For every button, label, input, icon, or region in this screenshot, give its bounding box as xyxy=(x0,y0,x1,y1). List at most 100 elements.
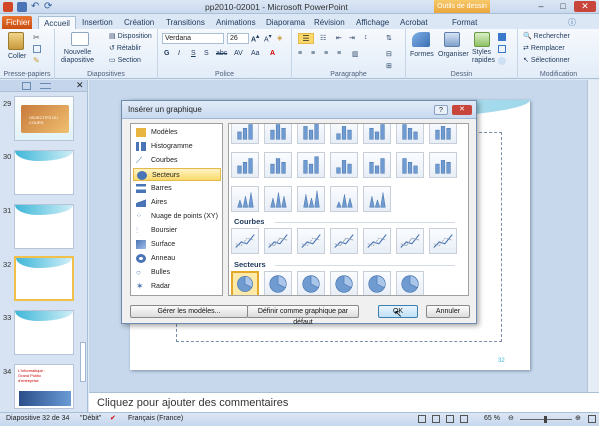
zoom-in-icon[interactable]: ⊕ xyxy=(575,414,581,422)
shape-outline-icon[interactable] xyxy=(498,45,506,53)
tab-format[interactable]: Format xyxy=(448,16,481,29)
shape-fill-icon[interactable] xyxy=(498,33,506,41)
new-slide-icon[interactable] xyxy=(71,32,89,46)
editor-scrollbar[interactable] xyxy=(587,80,599,392)
chart-type-tile[interactable] xyxy=(363,186,391,212)
chart-type-tile[interactable] xyxy=(264,152,292,178)
tab-acrobat[interactable]: Acrobat xyxy=(396,16,432,29)
shadow-button[interactable]: S xyxy=(204,50,209,57)
chart-type-tile[interactable] xyxy=(429,228,457,254)
shapes-button[interactable]: Formes xyxy=(410,51,434,58)
chart-type-tile[interactable] xyxy=(264,228,292,254)
tab-fichier[interactable]: Fichier xyxy=(2,16,32,29)
copy-icon[interactable] xyxy=(33,45,41,53)
language-indicator[interactable]: Français (France) xyxy=(128,415,183,422)
paste-icon[interactable] xyxy=(8,32,24,50)
fit-slide-icon[interactable] xyxy=(588,415,596,423)
help-icon[interactable]: ⓘ xyxy=(568,17,576,28)
arrange-button[interactable]: Organiser xyxy=(438,51,469,58)
align-right-icon[interactable]: ≡ xyxy=(324,50,328,57)
decrease-indent-icon[interactable]: ⇤ xyxy=(336,34,342,42)
minimize-button[interactable]: – xyxy=(530,1,552,12)
case-button[interactable]: Aa xyxy=(251,50,260,57)
slide-thumbnail-29[interactable]: OBJECTIFS DU COURS xyxy=(14,96,74,141)
tab-insertion[interactable]: Insertion xyxy=(78,16,117,29)
slide-thumbnail-31[interactable] xyxy=(14,204,74,249)
redo-icon[interactable]: ⟳ xyxy=(44,2,54,12)
category-item[interactable]: Surface xyxy=(133,238,221,251)
category-item[interactable]: Aires xyxy=(133,196,221,209)
cut-icon[interactable]: ✂ xyxy=(33,33,40,42)
tab-animations[interactable]: Animations xyxy=(212,16,260,29)
chart-type-tile[interactable] xyxy=(297,124,325,144)
category-item[interactable]: Histogramme xyxy=(133,140,221,153)
bold-button[interactable]: G xyxy=(164,50,169,57)
slide-thumbnail-33[interactable] xyxy=(14,310,74,355)
font-name-field[interactable]: Verdana xyxy=(162,33,224,44)
underline-button[interactable]: S xyxy=(191,50,196,57)
close-pane-icon[interactable]: ✕ xyxy=(76,80,84,91)
reading-view-icon[interactable] xyxy=(446,415,454,423)
chart-type-tile[interactable] xyxy=(231,124,259,144)
tab-accueil[interactable]: Accueil xyxy=(38,16,76,29)
category-item-selected[interactable]: Secteurs xyxy=(133,168,221,181)
replace-button[interactable]: ⇄ Remplacer xyxy=(523,44,565,52)
chart-type-tile[interactable] xyxy=(297,271,325,295)
numbering-icon[interactable]: ☷ xyxy=(320,34,326,42)
grow-font-icon[interactable]: A▴ xyxy=(251,34,259,43)
chart-type-tile[interactable] xyxy=(231,152,259,178)
chart-type-tile[interactable] xyxy=(297,152,325,178)
align-left-icon[interactable]: ≡ xyxy=(298,50,302,57)
category-item[interactable]: ⫶ Boursier xyxy=(133,224,221,237)
slide-sorter-icon[interactable] xyxy=(432,415,440,423)
clear-format-icon[interactable]: ◈ xyxy=(277,34,282,42)
category-item[interactable]: ⟋ Courbes xyxy=(133,154,221,167)
category-item[interactable]: ✶ Radar xyxy=(133,280,221,293)
quick-styles-icon[interactable] xyxy=(474,32,490,47)
tab-revision[interactable]: Révision xyxy=(310,16,349,29)
chart-type-tile[interactable] xyxy=(297,228,325,254)
format-painter-icon[interactable]: ✎ xyxy=(33,56,40,65)
tab-diaporama[interactable]: Diaporama xyxy=(262,16,309,29)
chart-type-tile[interactable] xyxy=(396,152,424,178)
spellcheck-icon[interactable]: ✔ xyxy=(110,414,116,422)
chart-type-tile[interactable] xyxy=(264,186,292,212)
strikethrough-button[interactable]: abc xyxy=(216,50,227,57)
chart-type-tile-selected[interactable] xyxy=(231,271,259,295)
slide-thumbnail-34[interactable]: L'informatique : Grand Public d'entrepri… xyxy=(14,364,74,409)
shape-effects-icon[interactable] xyxy=(498,57,506,65)
chart-type-tile[interactable] xyxy=(363,124,391,144)
panel-scrollbar[interactable] xyxy=(80,342,86,382)
slides-tab-icon[interactable] xyxy=(22,82,31,90)
normal-view-icon[interactable] xyxy=(418,415,426,423)
zoom-level[interactable]: 65 % xyxy=(484,415,500,422)
undo-icon[interactable]: ↶ xyxy=(31,2,41,12)
chart-type-tile[interactable] xyxy=(297,186,325,212)
chart-type-tile[interactable] xyxy=(264,124,292,144)
align-center-icon[interactable]: ≡ xyxy=(311,50,315,57)
category-item[interactable]: Modèles xyxy=(133,126,221,139)
category-item[interactable]: Anneau xyxy=(133,252,221,265)
line-spacing-icon[interactable]: ↕ xyxy=(364,34,368,41)
chart-type-tile[interactable] xyxy=(330,152,358,178)
zoom-out-icon[interactable]: ⊖ xyxy=(508,414,514,422)
chart-type-tile[interactable] xyxy=(330,271,358,295)
chart-type-tile[interactable] xyxy=(231,186,259,212)
slideshow-icon[interactable] xyxy=(460,415,468,423)
chart-type-tile[interactable] xyxy=(396,271,424,295)
text-direction-icon[interactable]: ⇅ xyxy=(386,34,392,42)
chart-type-tile[interactable] xyxy=(363,228,391,254)
set-default-chart-button[interactable]: Définir comme graphique par défaut xyxy=(247,305,359,326)
cancel-button[interactable]: Annuler xyxy=(426,305,470,318)
tab-creation[interactable]: Création xyxy=(120,16,158,29)
save-icon[interactable] xyxy=(17,2,27,12)
chart-type-tile[interactable] xyxy=(231,228,259,254)
chart-type-tile[interactable] xyxy=(396,228,424,254)
justify-icon[interactable]: ≡ xyxy=(337,50,341,57)
font-size-field[interactable]: 26 xyxy=(227,33,249,44)
chart-type-tile[interactable] xyxy=(264,271,292,295)
manage-templates-button[interactable]: Gérer les modèles... xyxy=(130,305,248,318)
chart-type-tile[interactable] xyxy=(429,152,457,178)
chart-type-tile[interactable] xyxy=(330,228,358,254)
new-slide-button[interactable]: Nouvelle diapositive xyxy=(61,49,94,65)
